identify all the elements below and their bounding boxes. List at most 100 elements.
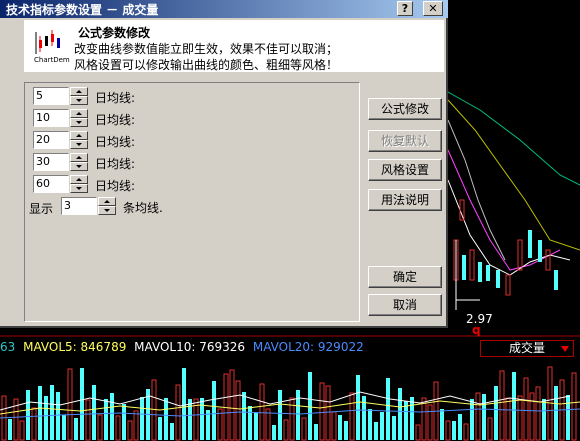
- volume-bar: [542, 399, 546, 440]
- volume-bar: [242, 392, 246, 440]
- spin-down-icon[interactable]: [70, 118, 88, 127]
- display-count-input[interactable]: 3: [61, 197, 97, 215]
- dialog-titlebar[interactable]: 技术指标参数设置 － 成交量 ? ✕: [0, 0, 448, 18]
- volume-bar: [458, 414, 462, 440]
- volume-bar: [272, 425, 276, 440]
- parameter-panel: 5 日均线: 10 日均线: 20 日均线: 30 日均线: 60 日均线: 显…: [24, 82, 360, 322]
- spin-up-icon[interactable]: [70, 175, 88, 184]
- display-count-prefix: 显示: [29, 202, 54, 216]
- volume-bar: [140, 397, 144, 440]
- dialog-header: ChartDem 公式参数修改 改变曲线参数值能立即生效，效果不佳可以取消； 风…: [24, 20, 444, 72]
- indicator-dropdown[interactable]: 成交量: [480, 340, 574, 357]
- volume-bar: [482, 394, 486, 440]
- volume-bar: [104, 399, 108, 440]
- spin-down-icon[interactable]: [98, 206, 116, 215]
- indicator-dropdown-label: 成交量: [508, 341, 545, 355]
- volume-bar: [62, 415, 66, 440]
- close-button[interactable]: ✕: [423, 1, 443, 16]
- dialog-title: 技术指标参数设置 － 成交量: [6, 3, 159, 17]
- volume-bar: [278, 390, 282, 440]
- indicator-status-line: 63 MAVOL5: 846789 MAVOL10: 769326 MAVOL2…: [0, 340, 368, 354]
- volume-bar: [8, 419, 12, 440]
- volume-bar: [554, 386, 558, 440]
- volume-bar: [170, 423, 174, 440]
- usage-help-button[interactable]: 用法说明: [368, 189, 442, 211]
- header-description-1: 改变曲线参数值能立即生效，效果不佳可以取消；: [74, 42, 339, 56]
- volume-bar: [386, 378, 390, 440]
- volume-bar: [248, 406, 252, 440]
- volume-bar: [410, 397, 414, 440]
- volume-bar: [92, 385, 96, 440]
- edit-formula-button[interactable]: 公式修改: [368, 98, 442, 120]
- q-marker: q: [472, 323, 481, 337]
- volume-bar: [398, 388, 402, 440]
- param-label: 日均线:: [95, 91, 136, 105]
- param-label: 日均线:: [95, 179, 136, 193]
- volume-bar: [212, 381, 216, 440]
- volume-bar: [380, 412, 384, 440]
- volume-bar: [200, 398, 204, 440]
- help-button[interactable]: ?: [397, 1, 413, 16]
- spin-up-icon[interactable]: [98, 197, 116, 206]
- volume-bar: [188, 399, 192, 440]
- volume-bar: [494, 386, 498, 440]
- mavol20-value: MAVOL20: 929022: [252, 340, 364, 354]
- header-description-2: 风格设置可以修改输出曲线的颜色、粗细等风格！: [74, 58, 339, 72]
- volume-bar: [368, 409, 372, 440]
- volume-bar: [44, 396, 48, 440]
- volume-bar: [338, 415, 342, 440]
- ok-button[interactable]: 确定: [368, 266, 442, 288]
- logo-label: ChartDem: [34, 56, 70, 64]
- param-label: 日均线:: [95, 135, 136, 149]
- volume-bar: [38, 386, 42, 440]
- status-prefix: 63: [0, 340, 16, 354]
- volume-bar: [164, 398, 168, 440]
- volume-bar: [296, 390, 300, 440]
- volume-bar: [74, 418, 78, 440]
- spin-down-icon[interactable]: [70, 140, 88, 149]
- volume-bar: [308, 372, 312, 440]
- chevron-down-icon: [561, 346, 569, 352]
- volume-bar: [392, 416, 396, 440]
- volume-bar: [344, 421, 348, 440]
- display-count-suffix: 条均线.: [123, 201, 163, 215]
- volume-bar: [110, 393, 114, 440]
- volume-bar: [314, 424, 318, 440]
- param-label: 日均线:: [95, 113, 136, 127]
- volume-bar: [50, 385, 54, 440]
- spin-up-icon[interactable]: [70, 153, 88, 162]
- mavol5-value: MAVOL5: 846789: [23, 340, 127, 354]
- spin-up-icon[interactable]: [70, 131, 88, 140]
- param-input[interactable]: 60: [33, 175, 69, 193]
- volume-bar: [158, 417, 162, 440]
- spin-down-icon[interactable]: [70, 96, 88, 105]
- param-input[interactable]: 20: [33, 131, 69, 149]
- cancel-button[interactable]: 取消: [368, 294, 442, 316]
- spin-up-icon[interactable]: [70, 87, 88, 96]
- restore-default-button[interactable]: 恢复默认: [368, 130, 442, 152]
- param-label: 日均线:: [95, 157, 136, 171]
- style-settings-button[interactable]: 风格设置: [368, 159, 442, 181]
- volume-bar: [512, 372, 516, 440]
- spin-down-icon[interactable]: [70, 184, 88, 193]
- param-input[interactable]: 10: [33, 109, 69, 127]
- volume-bar: [470, 399, 474, 440]
- spin-up-icon[interactable]: [70, 109, 88, 118]
- volume-bar: [356, 375, 360, 440]
- volume-bar: [452, 421, 456, 440]
- mavol10-value: MAVOL10: 769326: [134, 340, 246, 354]
- spin-down-icon[interactable]: [70, 162, 88, 171]
- close-icon: ✕: [428, 2, 438, 15]
- volume-bar: [56, 392, 60, 440]
- volume-bar: [566, 395, 570, 440]
- param-input[interactable]: 30: [33, 153, 69, 171]
- indicator-parameter-dialog: 技术指标参数设置 － 成交量 ? ✕ ChartDem 公式参数修改 改变曲线参…: [0, 0, 448, 328]
- volume-bar: [374, 422, 378, 440]
- param-input[interactable]: 5: [33, 87, 69, 105]
- volume-bar: [80, 368, 84, 440]
- volume-bar: [254, 413, 258, 440]
- header-title: 公式参数修改: [78, 26, 151, 40]
- volume-bar: [122, 404, 126, 440]
- volume-bar: [440, 409, 444, 440]
- volume-bar: [182, 368, 186, 440]
